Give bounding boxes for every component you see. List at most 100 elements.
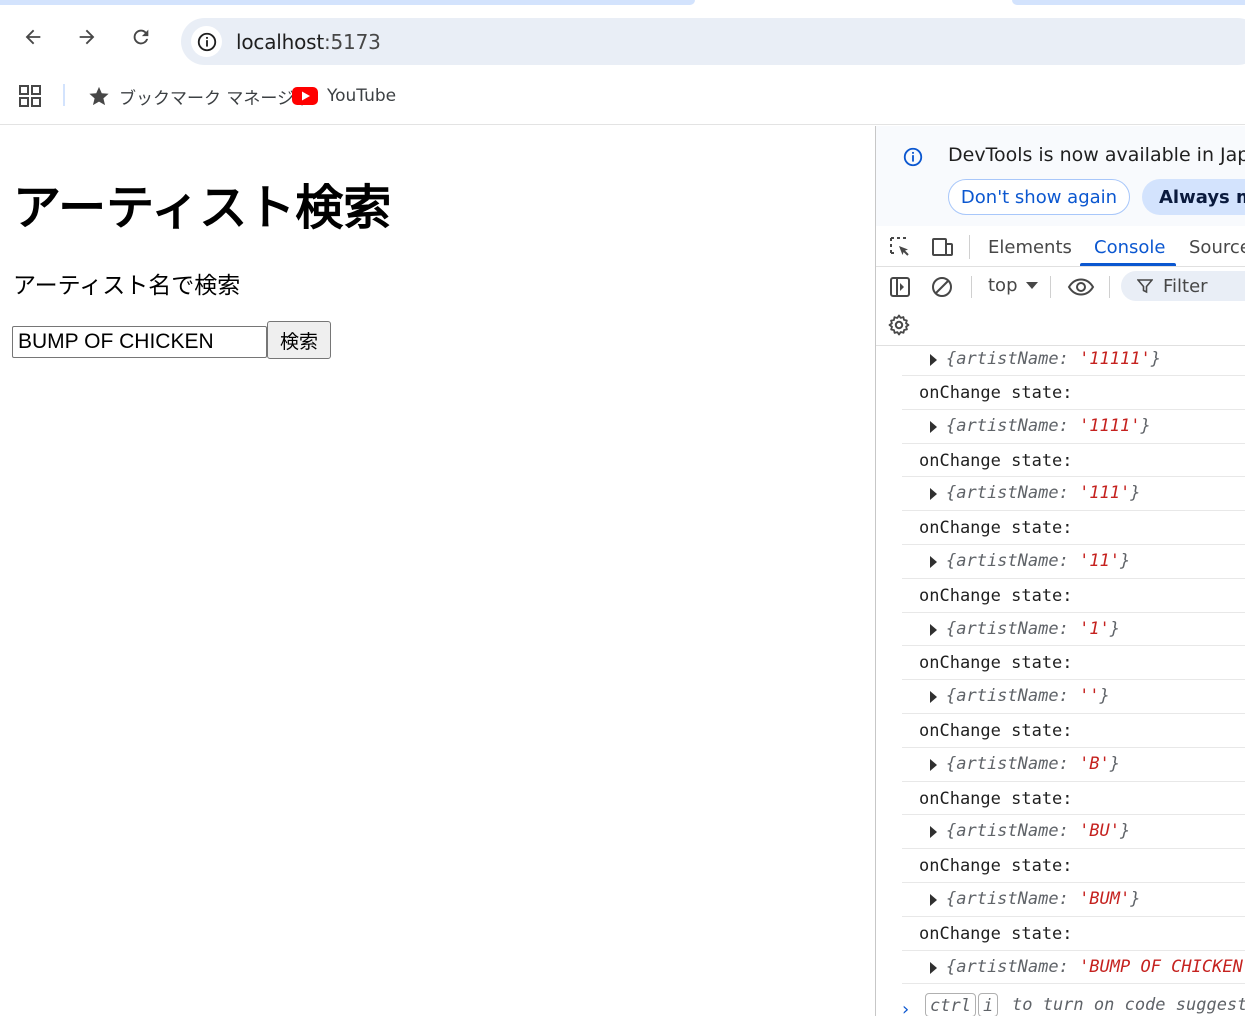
- log-object-text: {artistName: '11'}: [946, 550, 1131, 571]
- expand-triangle-icon[interactable]: [930, 623, 937, 636]
- log-object-row[interactable]: {artistName: '1111'}: [902, 410, 1245, 444]
- log-label: onChange state:: [919, 518, 1073, 539]
- expand-triangle-icon[interactable]: [930, 826, 937, 839]
- log-object-row[interactable]: {artistName: 'BUM'}: [902, 883, 1245, 917]
- expand-triangle-icon[interactable]: [930, 961, 937, 974]
- page-subtitle: アーティスト名で検索: [13, 273, 241, 299]
- console-toolbar-separator: [1050, 276, 1051, 298]
- log-label: onChange state:: [919, 585, 1073, 606]
- console-filter-input[interactable]: Filter: [1121, 271, 1245, 301]
- always-match-language-button[interactable]: Always match Chrome's language: [1142, 179, 1245, 215]
- search-button[interactable]: 検索: [267, 321, 331, 359]
- expand-triangle-icon[interactable]: [930, 488, 937, 501]
- log-label: onChange state:: [919, 450, 1073, 471]
- log-object-text: {artistName: 'B'}: [946, 753, 1121, 774]
- address-bar[interactable]: localhost:5173: [181, 18, 1245, 65]
- expand-triangle-icon[interactable]: [930, 691, 937, 704]
- sidebar-toggle-icon[interactable]: [888, 275, 912, 299]
- log-object-text: {artistName: '11111'}: [946, 349, 1161, 369]
- bookmark-label: ブックマーク マネージャ: [119, 88, 311, 109]
- devtools-panel: DevTools is now available in Japanese Do…: [875, 126, 1245, 1016]
- tab-sources[interactable]: Sources: [1189, 237, 1245, 258]
- devtools-tabbar: Elements Console Sources: [876, 226, 1245, 267]
- log-object-row[interactable]: {artistName: 'B'}: [902, 748, 1245, 782]
- expand-triangle-icon[interactable]: [930, 893, 937, 906]
- inspect-element-icon[interactable]: [888, 235, 912, 259]
- expand-triangle-icon[interactable]: [930, 354, 937, 366]
- banner-message: DevTools is now available in Japanese: [948, 144, 1245, 166]
- context-selector[interactable]: top: [988, 275, 1038, 296]
- log-object-text: {artistName: 'BUMP OF CHICKEN'}: [946, 956, 1245, 977]
- url-port: :5173: [323, 30, 381, 54]
- log-label: onChange state:: [919, 720, 1073, 741]
- prompt-chevron-icon: ›: [900, 999, 911, 1016]
- browser-toolbar: localhost:5173: [0, 5, 1245, 73]
- bookmark-manager[interactable]: ブックマーク マネージャ: [88, 83, 310, 109]
- log-object-row[interactable]: {artistName: '11111'}: [902, 346, 1245, 376]
- expand-triangle-icon[interactable]: [930, 420, 937, 433]
- log-object-text: {artistName: '111'}: [946, 483, 1141, 504]
- tab-elements[interactable]: Elements: [988, 237, 1072, 258]
- dont-show-again-button[interactable]: Don't show again: [948, 179, 1130, 215]
- log-text-row: onChange state:: [902, 782, 1245, 816]
- log-object-row[interactable]: {artistName: 'BU'}: [902, 815, 1245, 850]
- device-toolbar-icon[interactable]: [930, 235, 954, 259]
- info-icon: [197, 32, 216, 51]
- tab-console[interactable]: Console: [1094, 237, 1165, 258]
- log-object-text: {artistName: ''}: [946, 686, 1110, 707]
- ctrl-key-hint: ctrl: [925, 993, 976, 1016]
- log-text-row: onChange state:: [902, 714, 1245, 748]
- forward-button[interactable]: [70, 20, 104, 54]
- arrow-right-icon: [79, 29, 95, 45]
- star-icon: [89, 86, 109, 106]
- active-tab-indicator: [1080, 263, 1176, 266]
- log-text-row: onChange state:: [902, 376, 1245, 410]
- info-icon: [903, 147, 923, 167]
- caret-down-icon: [1025, 282, 1038, 289]
- log-object-row[interactable]: {artistName: ''}: [902, 680, 1245, 714]
- language-banner: DevTools is now available in Japanese Do…: [876, 126, 1245, 226]
- gear-icon[interactable]: [887, 313, 911, 337]
- log-label: onChange state:: [919, 383, 1073, 403]
- log-object-text: {artistName: 'BUM'}: [946, 888, 1141, 909]
- page-title: アーティスト検索: [13, 180, 392, 236]
- arrow-left-icon: [25, 29, 41, 45]
- back-button[interactable]: [16, 20, 50, 54]
- log-object-row[interactable]: {artistName: 'BUMP OF CHICKEN'}: [902, 951, 1245, 985]
- log-label: onChange state:: [919, 923, 1073, 944]
- url-text[interactable]: localhost:5173: [236, 30, 381, 54]
- prompt-hint-text: to turn on code suggestions: [1012, 995, 1245, 1015]
- clear-console-icon[interactable]: [930, 275, 954, 299]
- log-object-row[interactable]: {artistName: '1'}: [902, 613, 1245, 647]
- expand-triangle-icon[interactable]: [930, 555, 937, 568]
- log-text-row: onChange state:: [902, 917, 1245, 951]
- log-text-row: onChange state:: [902, 444, 1245, 478]
- page-content: アーティスト検索 アーティスト名で検索 検索: [0, 126, 875, 1016]
- log-object-row[interactable]: {artistName: '11'}: [902, 545, 1245, 579]
- site-info-button[interactable]: [191, 26, 222, 57]
- i-key-hint: i: [978, 993, 999, 1016]
- eye-icon[interactable]: [1067, 275, 1095, 299]
- bookmark-label: YouTube: [327, 86, 397, 106]
- log-text-row: onChange state:: [902, 579, 1245, 613]
- url-host: localhost: [236, 30, 324, 54]
- bookmarks-bar: ブックマーク マネージャ YouTube: [0, 73, 1245, 125]
- youtube-icon: [292, 87, 318, 105]
- context-label: top: [988, 275, 1018, 296]
- log-text-row: onChange state:: [902, 511, 1245, 545]
- log-object-text: {artistName: '1'}: [946, 618, 1121, 639]
- console-messages: {artistName: '11111'} onChange state: {a…: [876, 346, 1245, 1016]
- console-prompt[interactable]: › ctrl i to turn on code suggestions: [876, 991, 1245, 1016]
- console-toolbar-separator: [971, 276, 972, 298]
- artist-search-input[interactable]: [12, 326, 267, 358]
- log-object-text: {artistName: '1111'}: [946, 415, 1151, 436]
- reload-button[interactable]: [124, 20, 158, 54]
- filter-placeholder: Filter: [1163, 275, 1208, 297]
- apps-grid-icon[interactable]: [19, 85, 41, 107]
- expand-triangle-icon[interactable]: [930, 758, 937, 771]
- log-label: onChange state:: [919, 788, 1073, 809]
- bookmark-youtube[interactable]: YouTube: [292, 83, 396, 109]
- console-toolbar-separator: [1109, 276, 1110, 298]
- tabbar-separator: [969, 235, 970, 259]
- log-object-row[interactable]: {artistName: '111'}: [902, 477, 1245, 512]
